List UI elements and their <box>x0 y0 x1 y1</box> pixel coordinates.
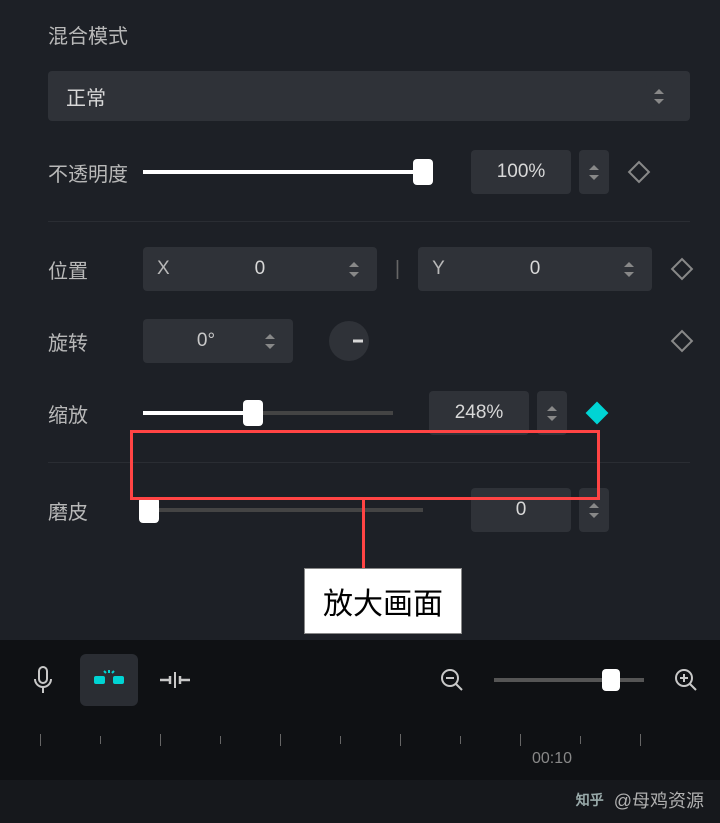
rotation-keyframe-icon[interactable] <box>671 330 694 353</box>
rotation-value: 0° <box>157 330 255 352</box>
mic-button[interactable] <box>14 654 72 706</box>
opacity-row: 不透明度 100% <box>48 149 690 195</box>
rotation-label: 旋转 <box>48 327 143 356</box>
position-x-field[interactable]: X 0 <box>143 247 377 291</box>
scale-stepper[interactable] <box>537 391 567 435</box>
opacity-label: 不透明度 <box>48 158 143 187</box>
divider <box>48 462 690 463</box>
blend-mode-label: 混合模式 <box>48 20 690 49</box>
scale-slider[interactable] <box>143 411 393 415</box>
zoom-out-icon <box>439 667 465 693</box>
zoom-slider[interactable] <box>494 678 644 682</box>
position-row: 位置 X 0 | Y 0 <box>48 246 690 292</box>
opacity-stepper[interactable] <box>579 150 609 194</box>
dropdown-stepper-icon <box>646 76 672 116</box>
smooth-slider[interactable] <box>143 508 423 512</box>
watermark-user: @母鸡资源 <box>614 787 704 813</box>
scale-row: 缩放 248% <box>48 390 690 436</box>
scale-value[interactable]: 248% <box>429 391 529 435</box>
toolbar <box>0 640 720 720</box>
rotation-field[interactable]: 0° <box>143 319 293 363</box>
align-button[interactable] <box>146 654 204 706</box>
blend-mode-dropdown[interactable]: 正常 <box>48 71 690 121</box>
scale-label: 缩放 <box>48 399 143 428</box>
zhihu-logo-icon: 知乎 <box>572 791 608 809</box>
properties-panel: 混合模式 正常 不透明度 100% 位置 X 0 | Y 0 <box>0 0 720 640</box>
smooth-stepper[interactable] <box>579 488 609 532</box>
timeline-ruler[interactable]: 00:10 <box>0 720 720 780</box>
mic-icon <box>30 665 56 695</box>
smooth-row: 磨皮 0 <box>48 487 690 533</box>
align-icon <box>158 668 192 692</box>
position-y-stepper[interactable] <box>614 262 644 277</box>
scale-keyframe-icon[interactable] <box>586 402 609 425</box>
blend-mode-value: 正常 <box>66 82 106 111</box>
opacity-keyframe-icon[interactable] <box>628 161 651 184</box>
timeline-label: 00:10 <box>532 750 572 768</box>
annotation-callout: 放大画面 <box>304 568 462 634</box>
opacity-value[interactable]: 100% <box>471 150 571 194</box>
position-y-field[interactable]: Y 0 <box>418 247 652 291</box>
zoom-in-button[interactable] <box>666 654 706 706</box>
rotation-stepper[interactable] <box>255 334 285 349</box>
position-x-stepper[interactable] <box>339 262 369 277</box>
annotation-line <box>362 500 365 570</box>
smooth-value[interactable]: 0 <box>471 488 571 532</box>
split-icon <box>92 668 126 692</box>
smooth-label: 磨皮 <box>48 496 143 525</box>
rotation-wheel-icon[interactable] <box>329 321 369 361</box>
divider <box>48 221 690 222</box>
position-x-value: 0 <box>181 258 339 280</box>
watermark: 知乎 @母鸡资源 <box>572 787 704 813</box>
position-label: 位置 <box>48 255 143 284</box>
position-y-value: 0 <box>456 258 614 280</box>
position-separator: | <box>395 258 400 281</box>
opacity-slider[interactable] <box>143 170 423 174</box>
zoom-out-button[interactable] <box>432 654 472 706</box>
rotation-row: 旋转 0° <box>48 318 690 364</box>
split-tool-button[interactable] <box>80 654 138 706</box>
position-keyframe-icon[interactable] <box>671 258 694 281</box>
zoom-in-icon <box>673 667 699 693</box>
